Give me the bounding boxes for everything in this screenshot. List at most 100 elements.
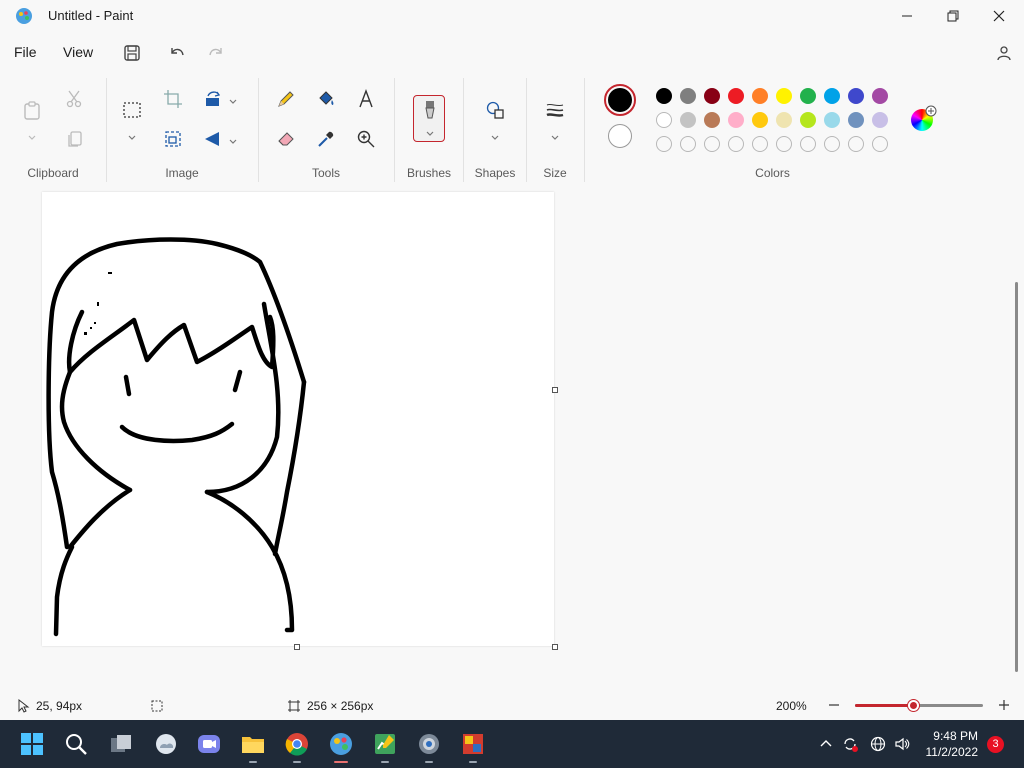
custom-color-slot[interactable] (680, 136, 696, 152)
text-icon (359, 89, 373, 108)
pencil-button[interactable] (272, 85, 300, 113)
palette-color-swatch[interactable] (656, 112, 672, 128)
size-chevron-icon[interactable] (550, 130, 560, 140)
chrome-button[interactable] (281, 728, 313, 763)
search-button[interactable] (60, 728, 92, 760)
palette-color-swatch[interactable] (824, 112, 840, 128)
select-chevron-icon[interactable] (127, 130, 137, 140)
undo-button[interactable] (165, 41, 189, 65)
vertical-scrollbar[interactable] (1015, 282, 1018, 672)
drawing-canvas[interactable] (42, 192, 554, 646)
palette-color-swatch[interactable] (728, 112, 744, 128)
account-icon (997, 46, 1011, 61)
task-view-button[interactable] (105, 728, 137, 760)
sync-status[interactable] (840, 734, 860, 754)
custom-color-slot[interactable] (800, 136, 816, 152)
close-button[interactable] (976, 0, 1022, 32)
widgets-button[interactable] (150, 728, 182, 760)
custom-color-slot[interactable] (704, 136, 720, 152)
teams-button[interactable] (193, 728, 225, 760)
color-picker-button[interactable] (312, 125, 340, 153)
edit-colors-button[interactable] (911, 105, 937, 131)
custom-color-slot[interactable] (656, 136, 672, 152)
select-button[interactable] (118, 96, 146, 124)
rotate-button[interactable] (199, 85, 227, 113)
custom-color-slot[interactable] (824, 136, 840, 152)
secondary-color-button[interactable] (608, 124, 632, 148)
custom-color-slot[interactable] (872, 136, 888, 152)
palette-color-swatch[interactable] (704, 88, 720, 104)
custom-color-slot[interactable] (776, 136, 792, 152)
paste-chevron-icon[interactable] (27, 130, 37, 140)
paste-button[interactable] (18, 96, 46, 124)
network-status[interactable] (868, 734, 888, 754)
volume-control[interactable] (892, 734, 912, 754)
palette-color-swatch[interactable] (656, 88, 672, 104)
magnifier-button[interactable] (352, 125, 380, 153)
palette-color-swatch[interactable] (752, 112, 768, 128)
resize-button[interactable] (159, 125, 187, 153)
custom-color-slot[interactable] (728, 136, 744, 152)
show-hidden-icons-button[interactable] (816, 734, 836, 754)
file-menu[interactable]: File (10, 42, 41, 62)
palette-color-swatch[interactable] (680, 88, 696, 104)
custom-color-slot[interactable] (848, 136, 864, 152)
flip-button[interactable] (199, 125, 227, 153)
redo-button[interactable] (204, 41, 228, 65)
photos-button[interactable] (457, 728, 489, 763)
view-menu[interactable]: View (59, 42, 97, 62)
paint-taskbar-button[interactable] (325, 728, 357, 763)
brushes-button[interactable] (413, 95, 445, 142)
palette-color-swatch[interactable] (872, 88, 888, 104)
resize-handle-right[interactable] (552, 387, 558, 393)
rotate-chevron-icon[interactable] (228, 94, 238, 104)
palette-color-swatch[interactable] (800, 88, 816, 104)
crop-button[interactable] (159, 85, 187, 113)
clock[interactable]: 9:48 PM 11/2/2022 (916, 728, 979, 760)
palette-color-swatch[interactable] (776, 88, 792, 104)
custom-color-slot[interactable] (752, 136, 768, 152)
palette-color-swatch[interactable] (824, 88, 840, 104)
running-indicator (381, 761, 389, 763)
shapes-chevron-icon[interactable] (490, 130, 500, 140)
ribbon: Clipboard Image Tools Brushes Shapes Siz… (0, 72, 1024, 186)
text-button[interactable] (352, 85, 380, 113)
palette-color-swatch[interactable] (800, 112, 816, 128)
palette-color-swatch[interactable] (728, 88, 744, 104)
active-indicator (334, 761, 348, 763)
size-group: Size (527, 72, 583, 186)
size-button[interactable] (541, 96, 569, 124)
start-button[interactable] (16, 728, 48, 760)
resize-handle-corner[interactable] (552, 644, 558, 650)
restore-button[interactable] (930, 0, 976, 32)
notepad-button[interactable] (369, 728, 401, 763)
zoom-in-button[interactable] (997, 698, 1011, 712)
palette-color-swatch[interactable] (704, 112, 720, 128)
fill-button[interactable] (312, 85, 340, 113)
brush-icon (425, 101, 435, 119)
shapes-button[interactable] (481, 96, 509, 124)
palette-color-swatch[interactable] (752, 88, 768, 104)
save-button[interactable] (120, 41, 144, 65)
palette-color-swatch[interactable] (848, 112, 864, 128)
zoom-out-button[interactable] (827, 698, 841, 712)
settings-button[interactable] (413, 728, 445, 763)
palette-color-swatch[interactable] (776, 112, 792, 128)
palette-color-swatch[interactable] (872, 112, 888, 128)
speaker-icon (895, 737, 910, 751)
primary-color-button[interactable] (604, 84, 636, 116)
minimize-button[interactable] (884, 0, 930, 32)
zoom-slider[interactable] (855, 700, 983, 711)
zoom-slider-thumb[interactable] (908, 700, 919, 711)
copy-button[interactable] (61, 125, 89, 153)
palette-color-swatch[interactable] (848, 88, 864, 104)
cut-button[interactable] (61, 85, 89, 113)
palette-color-swatch[interactable] (680, 112, 696, 128)
flip-chevron-icon[interactable] (228, 134, 238, 144)
resize-handle-bottom[interactable] (294, 644, 300, 650)
canvas-workspace (0, 186, 1024, 692)
notification-badge[interactable]: 3 (987, 736, 1004, 753)
account-button[interactable] (992, 41, 1016, 65)
eraser-button[interactable] (272, 125, 300, 153)
file-explorer-button[interactable] (237, 728, 269, 763)
